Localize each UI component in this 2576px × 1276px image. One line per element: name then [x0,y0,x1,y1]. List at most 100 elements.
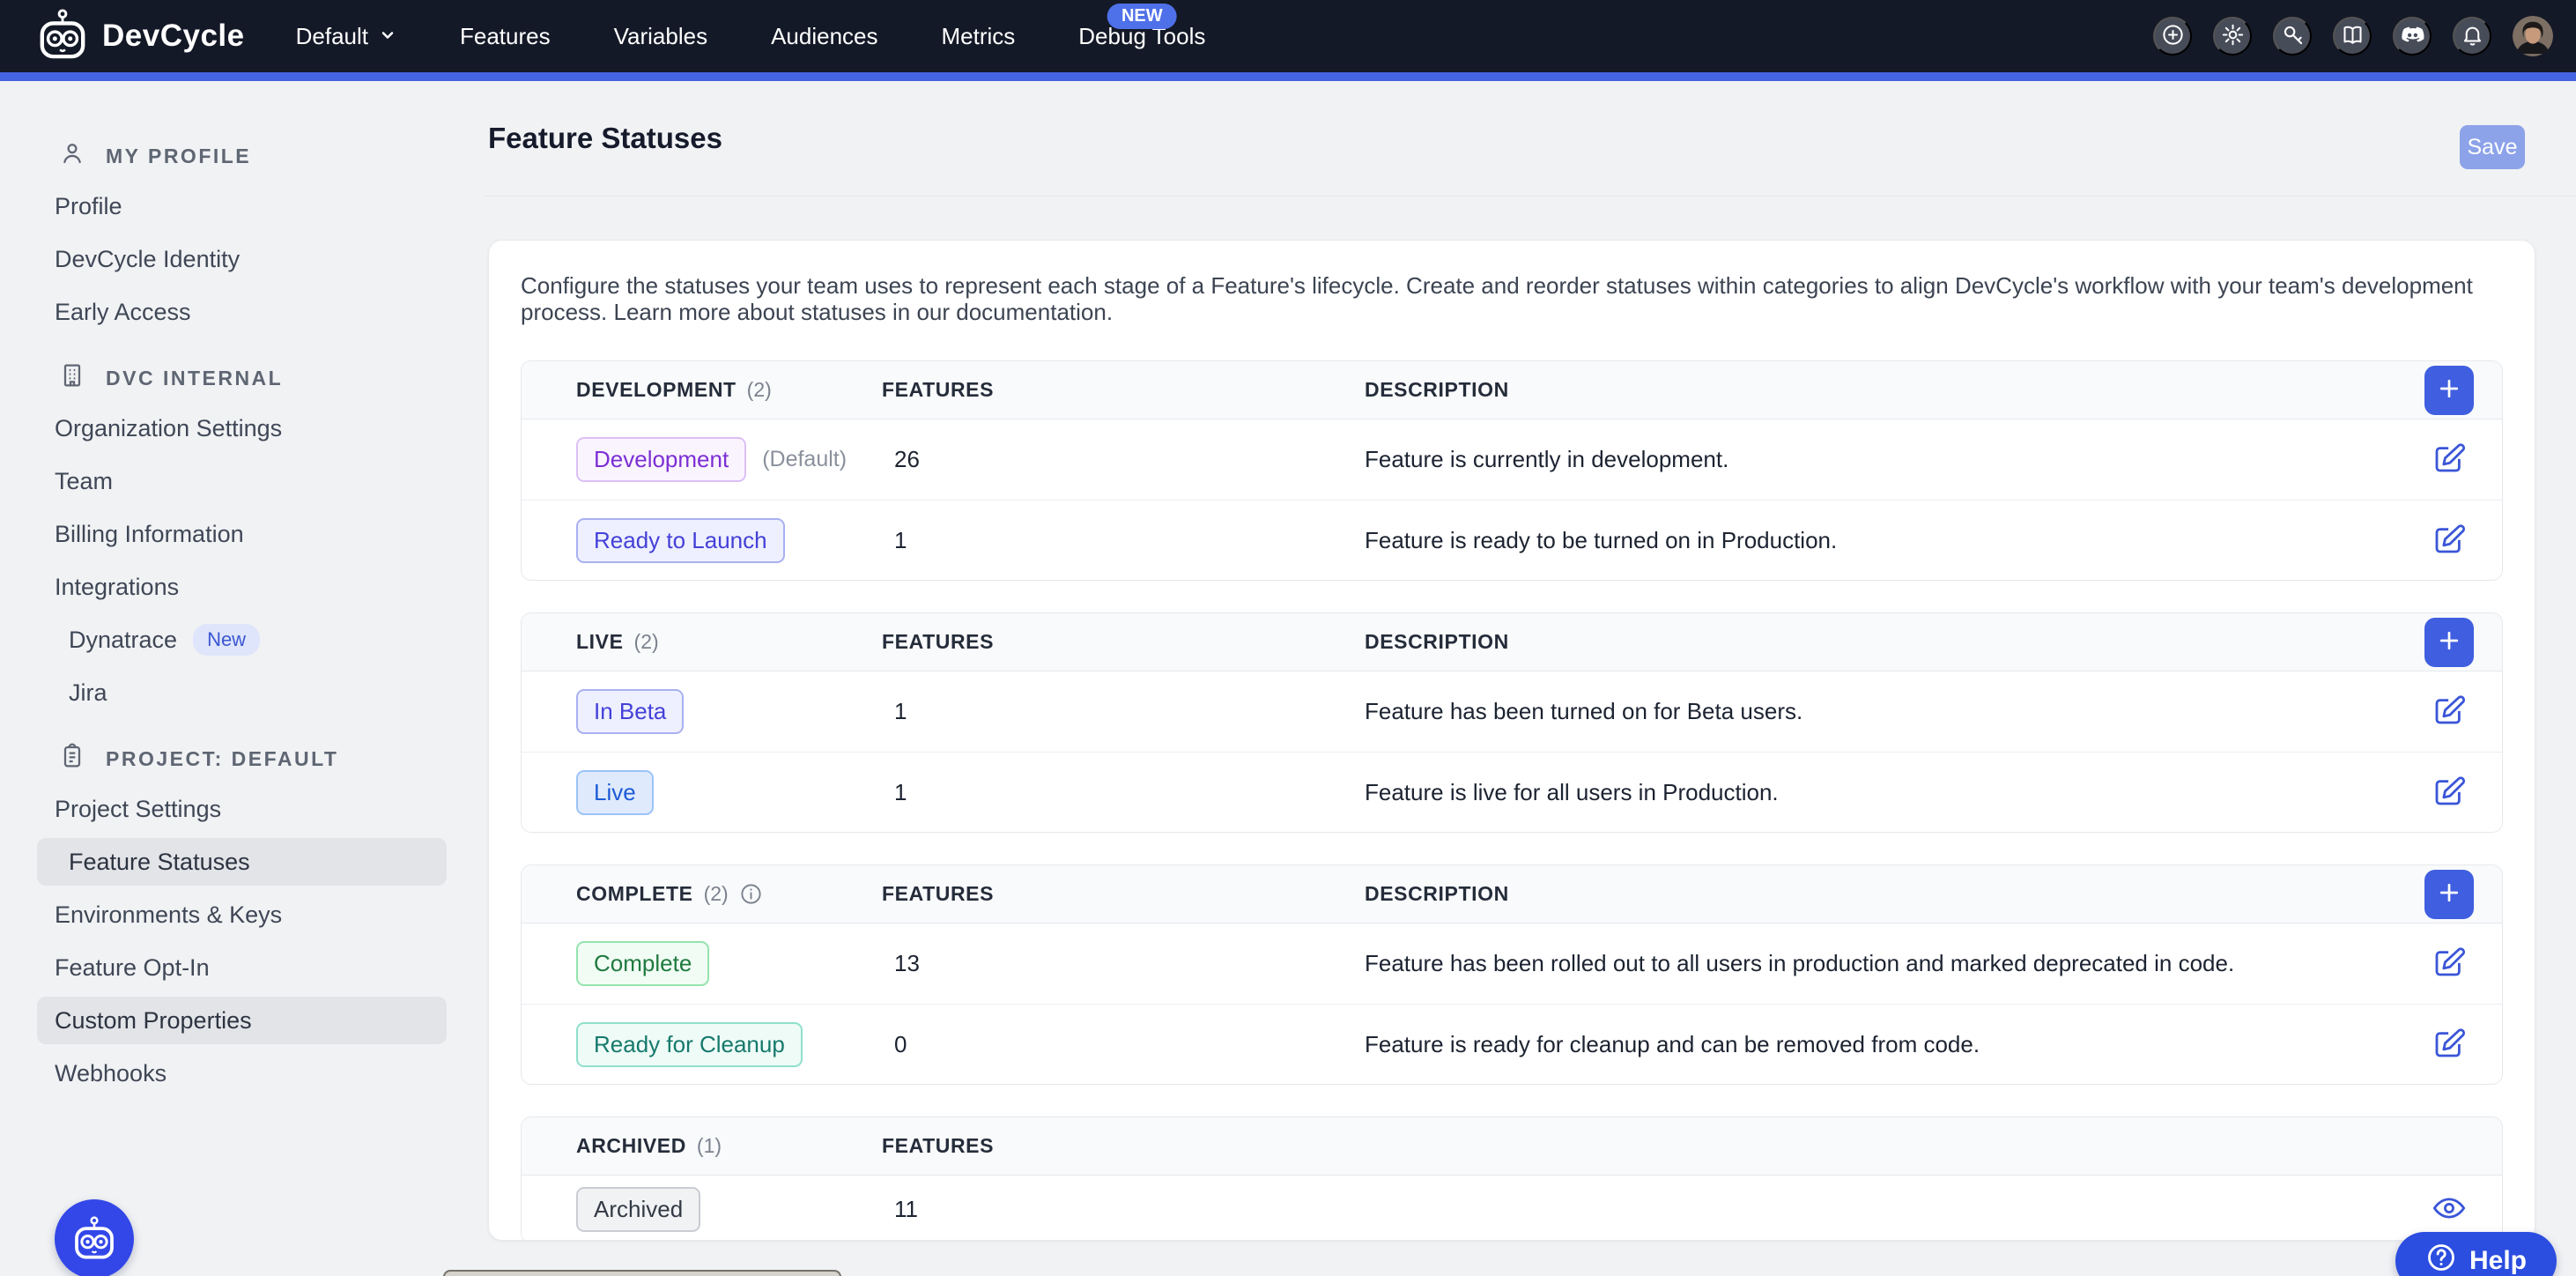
nav-audiences[interactable]: Audiences [771,0,877,72]
sidebar-item-integrations[interactable]: Integrations [0,560,485,613]
help-button[interactable]: Help [2395,1232,2557,1276]
bottom-sheet-edge [443,1270,841,1276]
category-name: DEVELOPMENT [576,378,737,402]
add-status-button[interactable] [2424,366,2474,415]
edit-status-button[interactable] [2429,1024,2469,1065]
sidebar-section-project-default: PROJECT: DEFAULT Project Settings Featur… [0,735,485,1100]
intro-text: Configure the statuses your team uses to… [521,272,2503,325]
category-count: (2) [747,378,772,402]
nav-debug-tools[interactable]: NEW Debug Tools [1078,0,1205,72]
table-row: Ready for Cleanup 0 Feature is ready for… [522,1004,2502,1084]
sidebar-section-my-profile: MY PROFILE Profile DevCycle Identity Ear… [0,132,485,338]
status-description: Feature has been rolled out to all users… [1365,950,2396,977]
api-keys-button[interactable] [2273,17,2312,56]
edit-status-button[interactable] [2429,520,2469,560]
add-status-button[interactable] [2424,870,2474,919]
table-row: Complete 13 Feature has been rolled out … [522,924,2502,1004]
gear-icon [2221,23,2245,49]
plus-icon [2436,375,2462,404]
status-badge[interactable]: Complete [576,941,709,986]
status-badge[interactable]: In Beta [576,689,684,734]
notifications-button[interactable] [2453,17,2491,56]
edit-status-button[interactable] [2429,692,2469,732]
documentation-button[interactable] [2333,17,2372,56]
add-status-button[interactable] [2424,618,2474,667]
eye-icon [2431,1190,2468,1229]
category-name: LIVE [576,630,624,654]
add-circle-button[interactable] [2153,17,2192,56]
table-row: Archived 11 [522,1176,2502,1241]
topbar-actions [2153,16,2553,56]
user-avatar[interactable] [2513,16,2553,56]
edit-pencil-icon [2431,944,2468,983]
sidebar-item-jira[interactable]: Jira [0,666,485,719]
edit-status-button[interactable] [2429,944,2469,984]
category-name: ARCHIVED [576,1134,686,1158]
status-badge[interactable]: Ready for Cleanup [576,1022,803,1067]
sidebar-item-team[interactable]: Team [0,455,485,508]
info-icon[interactable] [739,882,763,906]
settings-button[interactable] [2213,17,2252,56]
devcycle-robot-icon [70,1216,118,1263]
status-description: Feature is currently in development. [1365,446,2396,473]
sidebar-item-feature-statuses[interactable]: Feature Statuses [37,838,447,886]
edit-pencil-icon [2431,1025,2468,1065]
bell-icon [2461,23,2484,49]
sidebar-item-devcycle-identity[interactable]: DevCycle Identity [0,233,485,286]
status-badge[interactable]: Archived [576,1187,700,1232]
table-row: Live 1 Feature is live for all users in … [522,752,2502,832]
sidebar-item-profile[interactable]: Profile [0,180,485,233]
table-row: Development (Default) 26 Feature is curr… [522,419,2502,500]
edit-status-button[interactable] [2429,440,2469,480]
sidebar-item-feature-opt-in[interactable]: Feature Opt-In [0,941,485,994]
question-circle-icon [2425,1242,2457,1276]
sidebar-item-dynatrace[interactable]: Dynatrace New [0,613,485,666]
sidebar-item-webhooks[interactable]: Webhooks [0,1047,485,1100]
category-count: (1) [697,1134,722,1158]
table-header: LIVE (2) FEATURES DESCRIPTION [522,613,2502,671]
table-row: In Beta 1 Feature has been turned on for… [522,671,2502,752]
sidebar-item-custom-properties[interactable]: Custom Properties [37,997,447,1044]
feature-statuses-card: Configure the statuses your team uses to… [488,240,2535,1241]
discord-button[interactable] [2393,17,2432,56]
plus-icon [2436,879,2462,909]
status-badge[interactable]: Live [576,770,654,815]
nav-variables[interactable]: Variables [614,0,707,72]
sidebar-item-project-settings[interactable]: Project Settings [0,783,485,835]
save-button[interactable]: Save [2460,125,2525,169]
status-badge[interactable]: Ready to Launch [576,518,785,563]
building-icon [58,361,86,395]
features-count: 1 [882,698,1365,725]
table-header: DEVELOPMENT (2) FEATURES DESCRIPTION [522,361,2502,419]
sidebar-item-billing-information[interactable]: Billing Information [0,508,485,560]
sidebar-heading-my-profile: MY PROFILE [0,132,485,180]
discord-icon [2401,23,2424,49]
sidebar-heading-dvc-internal: DVC INTERNAL [0,354,485,402]
clipboard-icon [58,742,86,775]
status-table-complete: COMPLETE (2) FEATURES DESCRIPTION Comple… [521,864,2503,1085]
view-status-button[interactable] [2429,1189,2469,1229]
nav-features[interactable]: Features [460,0,551,72]
edit-pencil-icon [2431,773,2468,812]
page-header: Feature Statuses Save [485,81,2576,197]
org-switcher-menu[interactable]: Default [296,0,396,72]
devcycle-assistant-button[interactable] [55,1199,134,1276]
features-count: 0 [882,1031,1365,1058]
features-count: 26 [882,446,1365,473]
sidebar-item-early-access[interactable]: Early Access [0,286,485,338]
book-open-icon [2341,23,2365,49]
edit-status-button[interactable] [2429,772,2469,812]
status-badge[interactable]: Development [576,437,746,482]
plus-circle-icon [2161,23,2185,49]
status-table-development: DEVELOPMENT (2) FEATURES DESCRIPTION Dev… [521,360,2503,581]
devcycle-logo[interactable]: DevCycle [35,9,245,64]
nav-metrics[interactable]: Metrics [942,0,1016,72]
features-column-header: FEATURES [882,378,1365,402]
table-header: ARCHIVED (1) FEATURES [522,1117,2502,1176]
sidebar-item-environments-keys[interactable]: Environments & Keys [0,888,485,941]
plus-icon [2436,627,2462,657]
devcycle-robot-icon [35,9,90,64]
settings-sidebar: MY PROFILE Profile DevCycle Identity Ear… [0,81,485,1100]
description-column-header: DESCRIPTION [1365,630,2396,654]
sidebar-item-organization-settings[interactable]: Organization Settings [0,402,485,455]
